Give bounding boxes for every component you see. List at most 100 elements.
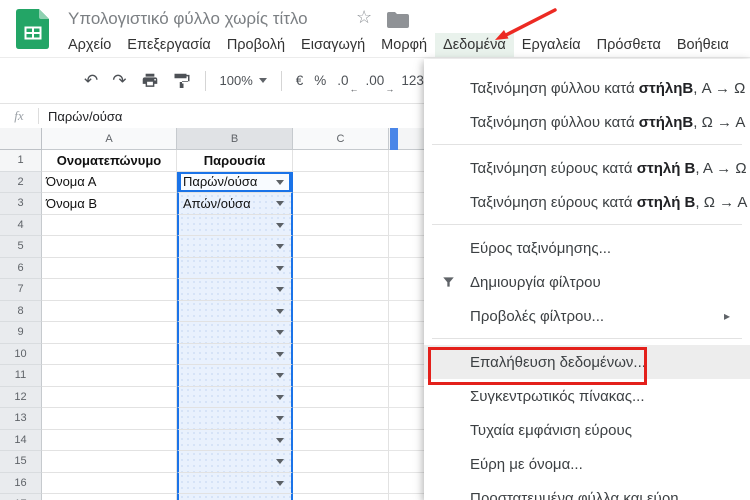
cell-dropdown-icon[interactable] [276,351,284,357]
decrease-decimal-button[interactable]: .0 ← [337,73,358,94]
cell-column-a[interactable]: Όνομα Α [42,171,177,193]
cell-column-a[interactable] [42,236,177,258]
cell-column-b[interactable] [177,386,293,408]
row-header[interactable]: 12 [0,386,42,408]
cell-column-a[interactable] [42,214,177,236]
cell-column-a[interactable] [42,322,177,344]
menubar-item[interactable]: Αρχείο [60,33,119,57]
data-menu-item[interactable]: Ταξινόμηση εύρους κατά στηλή Β, Ω → Α [424,185,750,219]
row-header[interactable]: 9 [0,322,42,344]
data-menu-item[interactable]: Εύρος ταξινόμησης... [424,231,750,265]
data-menu-item[interactable]: Προβολές φίλτρου... ▸ [424,299,750,333]
menubar-item[interactable]: Εργαλεία [514,33,589,57]
cell-dropdown-icon[interactable] [276,265,284,271]
row-header[interactable]: 4 [0,214,42,236]
sheets-logo-icon[interactable] [16,9,50,49]
cell-column-a[interactable]: Όνομα Β [42,193,177,215]
cell-column-c[interactable] [293,279,389,301]
row-header[interactable]: 2 [0,171,42,193]
row-header[interactable]: 7 [0,279,42,301]
cell-column-a[interactable] [42,472,177,494]
increase-decimal-button[interactable]: .00 → [366,73,395,94]
data-menu-item[interactable]: Τυχαία εμφάνιση εύρους [424,413,750,447]
row-header[interactable]: 8 [0,300,42,322]
redo-icon[interactable]: ↷ [112,71,126,91]
cell-column-b[interactable]: Παρουσία [177,150,293,172]
row-header[interactable]: 6 [0,257,42,279]
data-menu-item[interactable]: Ταξινόμηση εύρους κατά στηλή Β, Α → Ω [424,151,750,185]
cell-column-a[interactable] [42,343,177,365]
cell-column-b[interactable] [177,429,293,451]
row-header[interactable]: 15 [0,451,42,473]
row-header[interactable]: 14 [0,429,42,451]
cell-column-c[interactable] [293,451,389,473]
cell-dropdown-icon[interactable] [276,437,284,443]
cell-column-b[interactable] [177,494,293,500]
row-header[interactable]: 10 [0,343,42,365]
cell-column-a[interactable] [42,365,177,387]
cell-column-b[interactable] [177,257,293,279]
cell-column-c[interactable] [293,236,389,258]
data-menu-item[interactable]: Ταξινόμηση φύλλου κατά στήληB, Α → Ω [424,71,750,105]
cell-column-c[interactable] [293,365,389,387]
cell-dropdown-icon[interactable] [276,416,284,422]
cell-column-a[interactable] [42,494,177,500]
cell-column-a[interactable] [42,279,177,301]
row-header[interactable]: 1 [0,150,42,172]
cell-column-b[interactable] [177,322,293,344]
column-header[interactable]: B [177,128,293,150]
cell-column-c[interactable] [293,257,389,279]
cell-column-a[interactable] [42,300,177,322]
formula-bar-value[interactable]: Παρών/ούσα [39,109,122,124]
print-icon[interactable] [141,73,159,89]
cell-dropdown-icon[interactable] [276,287,284,293]
menubar-item[interactable]: Επεξεργασία [119,33,219,57]
document-title[interactable]: Υπολογιστικό φύλλο χωρίς τίτλο [68,9,308,29]
data-menu-item[interactable]: Επαλήθευση δεδομένων... [424,345,750,379]
cell-dropdown-icon[interactable] [276,201,284,207]
cell-column-c[interactable] [293,386,389,408]
cell-dropdown-icon[interactable] [276,480,284,486]
star-icon[interactable]: ☆ [356,8,372,26]
percent-format-button[interactable]: % [314,73,326,88]
data-menu-item[interactable]: Εύρη με όνομα... [424,447,750,481]
row-header[interactable]: 5 [0,236,42,258]
cell-column-a[interactable] [42,386,177,408]
cell-column-b[interactable]: Απών/ούσα [177,193,293,215]
cell-column-b[interactable] [177,365,293,387]
cell-column-c[interactable] [293,408,389,430]
cell-column-a[interactable] [42,451,177,473]
cell-column-b[interactable] [177,236,293,258]
cell-column-c[interactable] [293,429,389,451]
cell-dropdown-icon[interactable] [276,179,284,185]
cell-column-b[interactable]: Παρών/ούσα [177,171,293,193]
select-all-corner[interactable] [0,128,42,150]
row-header[interactable]: 3 [0,193,42,215]
cell-column-a[interactable] [42,257,177,279]
cell-column-c[interactable] [293,150,389,172]
cell-column-b[interactable] [177,214,293,236]
data-menu-item[interactable]: Συγκεντρωτικός πίνακας... [424,379,750,413]
cell-column-b[interactable] [177,472,293,494]
cell-dropdown-icon[interactable] [276,373,284,379]
menubar-item[interactable]: Πρόσθετα [589,33,669,57]
cell-dropdown-icon[interactable] [276,222,284,228]
column-header[interactable]: A [42,128,177,150]
cell-column-b[interactable] [177,408,293,430]
cell-column-c[interactable] [293,494,389,500]
data-menu-item[interactable]: Προστατευμένα φύλλα και εύρη... [424,481,750,500]
row-header[interactable]: 17 [0,494,42,500]
cell-column-c[interactable] [293,343,389,365]
cell-column-c[interactable] [293,214,389,236]
column-header[interactable]: C [293,128,389,150]
zoom-select[interactable]: 100% [220,73,267,88]
cell-dropdown-icon[interactable] [276,244,284,250]
data-menu-item[interactable]: Ταξινόμηση φύλλου κατά στήληB, Ω → Α [424,105,750,139]
cell-dropdown-icon[interactable] [276,394,284,400]
row-header[interactable]: 11 [0,365,42,387]
menubar-item[interactable]: Προβολή [219,33,293,57]
cell-column-c[interactable] [293,193,389,215]
cell-dropdown-icon[interactable] [276,330,284,336]
cell-column-b[interactable] [177,343,293,365]
menubar-item[interactable]: Μορφή [373,33,435,57]
